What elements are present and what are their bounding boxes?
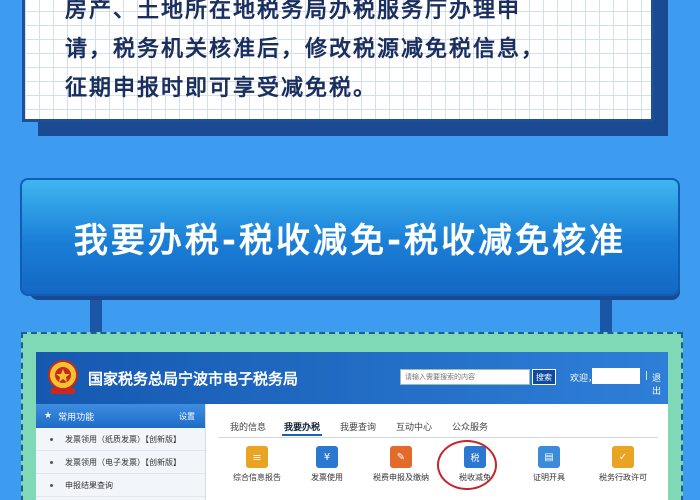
instruction-line-2: 请，税务机关核准后，修改税源减免税信息， (65, 37, 546, 62)
sidebar: ★ 常用功能 设置 发票领用（纸质发票）【创新版】 发票领用（电子发票）【创新版… (36, 404, 206, 500)
bullet-icon (50, 437, 53, 441)
sidebar-header: ★ 常用功能 设置 (36, 404, 205, 428)
tab-interaction[interactable]: 互动中心 (396, 420, 432, 433)
sidebar-item-label: 发票领用（电子发票）【创新版】 (65, 457, 181, 467)
instruction-card: 房产、土地所在地税务局办税服务厅办理申 请，税务机关核准后，修改税源减免税信息，… (22, 0, 654, 122)
tile-label: 税费申报及缴纳 (373, 473, 429, 482)
permit-icon: ✓ (612, 446, 634, 468)
invoice-icon: ¥ (316, 446, 338, 468)
section-banner: 我要办税-税收减免-税收减免核准 (20, 178, 680, 296)
banner-post-right (600, 296, 612, 336)
sidebar-item-label: 发票领用（纸质发票）【创新版】 (65, 434, 181, 444)
logout-link[interactable]: 退出 (652, 371, 668, 397)
tab-query[interactable]: 我要查询 (340, 420, 376, 433)
tab-public-service[interactable]: 公众服务 (452, 420, 488, 433)
tab-my-info[interactable]: 我的信息 (230, 420, 266, 433)
bullet-icon (50, 460, 53, 464)
report-icon: ≡ (246, 446, 268, 468)
instruction-line-3: 征期申报时即可享受减免税。 (65, 76, 378, 101)
header-separator: | (645, 371, 649, 381)
sidebar-header-label: 常用功能 (58, 412, 95, 423)
banner-title: 我要办税-税收减免-税收减免核准 (73, 220, 627, 261)
tile-label: 综合信息报告 (233, 473, 281, 482)
masked-username (592, 368, 640, 384)
tax-emblem-icon (48, 360, 78, 394)
sidebar-item-paper-invoice[interactable]: 发票领用（纸质发票）【创新版】 (36, 428, 205, 451)
tile-tax-declare[interactable]: ✎ 税费申报及缴纳 (366, 446, 436, 483)
site-title: 国家税务总局宁波市电子税务局 (88, 370, 299, 388)
tile-label: 证明开具 (533, 473, 565, 482)
instruction-text: 房产、土地所在地税务局办税服务厅办理申 请，税务机关核准后，修改税源减免税信息，… (65, 0, 665, 108)
tile-label: 税务行政许可 (599, 473, 647, 482)
tile-info-report[interactable]: ≡ 综合信息报告 (222, 446, 292, 483)
bullet-icon (50, 483, 53, 487)
search-button[interactable]: 搜索 (532, 369, 556, 385)
tile-invoice-use[interactable]: ¥ 发票使用 (292, 446, 362, 483)
tab-do-tax[interactable]: 我要办税 (284, 420, 320, 433)
tax-declare-icon: ✎ (390, 446, 412, 468)
active-tab-underline (282, 434, 322, 436)
sidebar-item-e-invoice[interactable]: 发票领用（电子发票）【创新版】 (36, 451, 205, 474)
site-header: 国家税务总局宁波市电子税务局 搜索 欢迎， | 退出 (36, 352, 668, 404)
instruction-line-1: 房产、土地所在地税务局办税服务厅办理申 (65, 0, 522, 23)
star-icon: ★ (44, 411, 53, 421)
search-input[interactable] (400, 369, 530, 385)
highlight-circle (437, 440, 497, 490)
sidebar-settings-link[interactable]: 设置 (179, 411, 195, 422)
tile-certificate[interactable]: ▤ 证明开具 (514, 446, 584, 483)
sidebar-item-declare-result[interactable]: 申报结果查询 (36, 474, 205, 497)
sidebar-item-label: 申报结果查询 (65, 480, 113, 490)
tile-label: 发票使用 (311, 473, 343, 482)
banner-post-left (90, 296, 102, 336)
certificate-icon: ▤ (538, 446, 560, 468)
tile-admin-permit[interactable]: ✓ 税务行政许可 (588, 446, 658, 483)
